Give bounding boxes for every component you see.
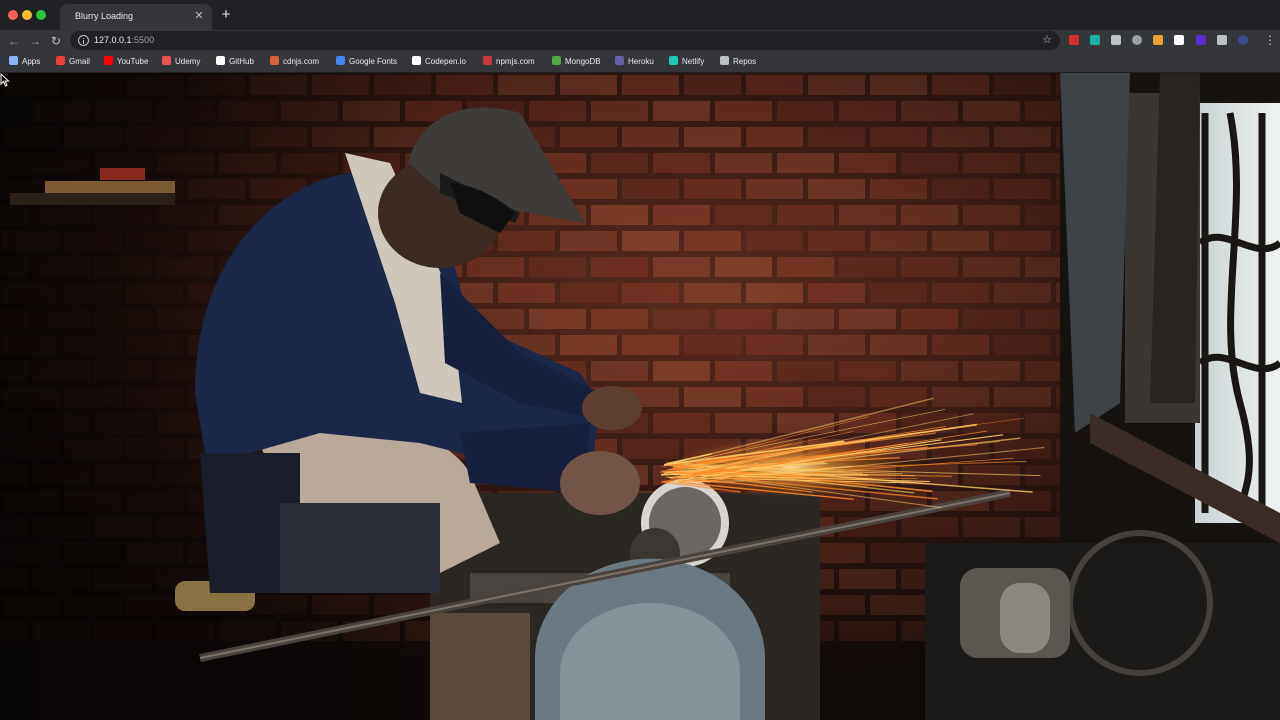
bookmarks-bar: Apps Gmail YouTube Udemy GitHub cdnjs.com Goog… xyxy=(0,51,1280,73)
bookmark-gmail[interactable]: Gmail xyxy=(56,56,90,68)
tab-title: Blurry Loading xyxy=(75,11,134,21)
bookmark-repos[interactable]: Repos xyxy=(720,56,756,68)
forward-arrow-icon[interactable]: → xyxy=(27,33,43,49)
site-info-icon[interactable] xyxy=(78,35,89,46)
bookmark-codepen-io[interactable]: Codepen.io xyxy=(412,56,466,68)
bookmark-label: npmjs.com xyxy=(496,57,535,66)
codepen-icon xyxy=(412,56,421,65)
extension-white-icon[interactable] xyxy=(1174,35,1184,45)
bookmark-label: Netlify xyxy=(682,57,705,66)
extension-purple-icon[interactable] xyxy=(1196,35,1206,45)
extension-red-icon[interactable] xyxy=(1069,35,1079,45)
bookmark-label: MongoDB xyxy=(565,57,601,66)
extension-circle-icon[interactable] xyxy=(1132,35,1142,45)
bookmark-star-icon[interactable]: ☆ xyxy=(1042,33,1052,46)
tab-strip: Blurry Loading ✕ + xyxy=(0,0,1280,30)
gmail-icon xyxy=(56,56,65,65)
browser-toolbar: ← → ↻ 127.0.0.1:5500 ☆ ⋮ xyxy=(0,30,1280,51)
new-tab-icon[interactable]: + xyxy=(219,7,233,22)
reload-icon[interactable]: ↻ xyxy=(48,33,64,49)
bookmark-cdnjs-com[interactable]: cdnjs.com xyxy=(270,56,319,68)
bookmark-google-fonts[interactable]: Google Fonts xyxy=(336,56,397,68)
udemy-icon xyxy=(162,56,171,65)
profile-avatar-icon[interactable] xyxy=(1238,35,1248,45)
puzzle-icon[interactable] xyxy=(1217,35,1227,45)
grinding-workshop-image xyxy=(0,73,1280,720)
extension-gear-icon[interactable] xyxy=(1111,35,1121,45)
bookmark-label: GitHub xyxy=(229,57,254,66)
bookmark-apps[interactable]: Apps xyxy=(9,56,40,68)
mongodb-icon xyxy=(552,56,561,65)
cdnjs-icon xyxy=(270,56,279,65)
address-bar[interactable]: 127.0.0.1:5500 ☆ xyxy=(70,31,1060,50)
bookmark-label: YouTube xyxy=(117,57,149,66)
background-photo xyxy=(0,73,1280,720)
bookmark-label: cdnjs.com xyxy=(283,57,320,66)
extension-teal-icon[interactable] xyxy=(1090,35,1100,45)
minimize-window-button[interactable] xyxy=(22,10,32,20)
google-fonts-icon xyxy=(336,56,345,65)
youtube-icon xyxy=(104,56,113,65)
bookmark-youtube[interactable]: YouTube xyxy=(104,56,148,68)
back-arrow-icon[interactable]: ← xyxy=(6,33,22,49)
bookmark-github[interactable]: GitHub xyxy=(216,56,254,68)
bookmark-label: Codepen.io xyxy=(425,57,466,66)
bookmark-udemy[interactable]: Udemy xyxy=(162,56,200,68)
browser-menu-icon[interactable]: ⋮ xyxy=(1264,33,1276,47)
mouse-cursor-icon xyxy=(0,73,10,87)
bookmark-label: Udemy xyxy=(175,57,201,66)
npm-icon xyxy=(483,56,492,65)
bookmark-npmjs-com[interactable]: npmjs.com xyxy=(483,56,535,68)
bookmark-mongodb[interactable]: MongoDB xyxy=(552,56,601,68)
url-text[interactable]: 127.0.0.1:5500 xyxy=(94,35,154,45)
bookmark-heroku[interactable]: Heroku xyxy=(615,56,654,68)
close-window-button[interactable] xyxy=(8,10,18,20)
bookmark-label: Repos xyxy=(733,57,757,66)
bookmark-label: Apps xyxy=(22,57,41,66)
tab-blurry-loading[interactable]: Blurry Loading ✕ xyxy=(60,4,212,30)
close-tab-icon[interactable]: ✕ xyxy=(192,9,206,23)
netlify-icon xyxy=(669,56,678,65)
folder-icon xyxy=(720,56,729,65)
bookmark-label: Heroku xyxy=(628,57,654,66)
github-icon xyxy=(216,56,225,65)
heroku-icon xyxy=(615,56,624,65)
bookmark-label: Google Fonts xyxy=(349,57,398,66)
apps-grid-icon xyxy=(9,56,18,65)
extension-orange-icon[interactable] xyxy=(1153,35,1163,45)
bookmark-netlify[interactable]: Netlify xyxy=(669,56,704,68)
fullscreen-window-button[interactable] xyxy=(36,10,46,20)
bookmark-label: Gmail xyxy=(69,57,90,66)
